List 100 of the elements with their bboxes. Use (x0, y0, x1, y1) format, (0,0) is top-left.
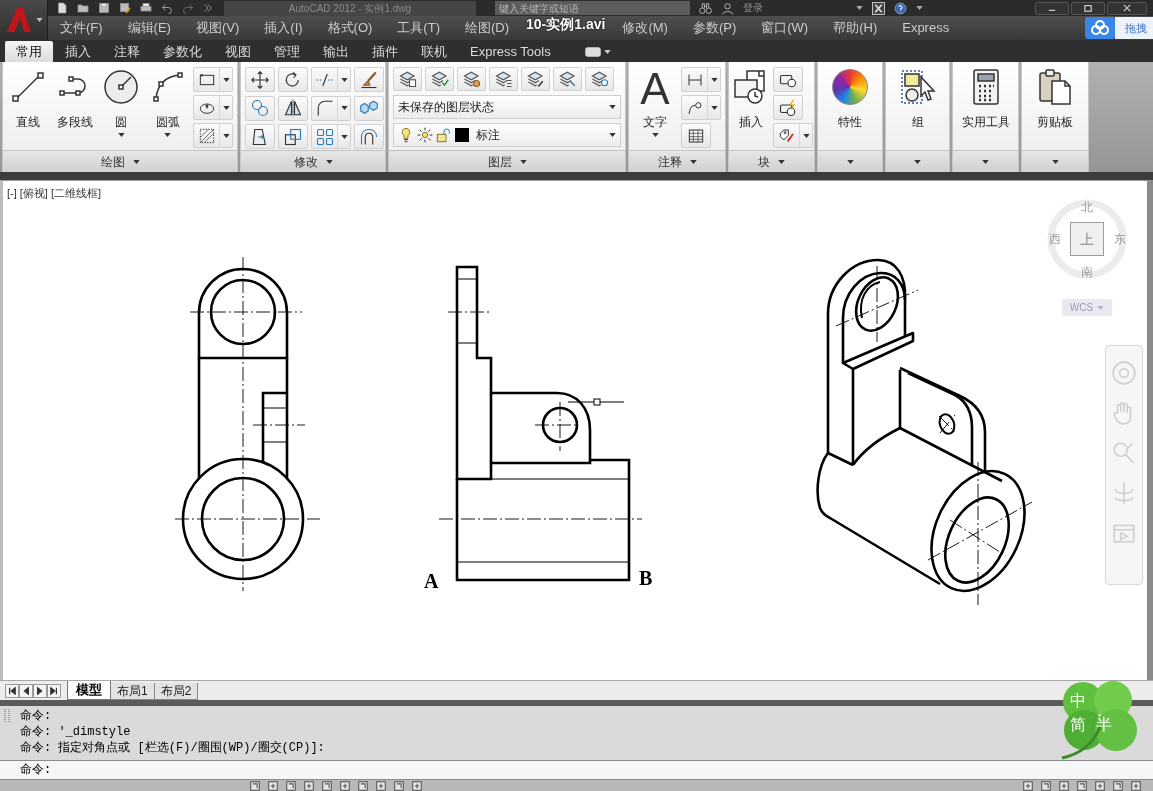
ribbon-tab[interactable]: 联机 (410, 41, 458, 62)
hatch-button[interactable] (193, 123, 233, 148)
menu-item[interactable]: 工具(T) (397, 16, 440, 40)
open-folder-icon (77, 2, 89, 14)
menu-item[interactable]: 插入(I) (264, 16, 303, 40)
layer-tool-button[interactable] (425, 67, 454, 91)
utilities-button[interactable]: 实用工具 (957, 67, 1014, 150)
group-button[interactable]: 组 (890, 67, 945, 150)
panel-expand-button[interactable]: 注释 (629, 150, 725, 172)
stretch-button[interactable] (245, 124, 275, 150)
insert-block-button[interactable]: 插入 (733, 67, 769, 150)
drag-upload-button[interactable]: 拖拽 (1115, 17, 1153, 39)
next-layout-button[interactable] (33, 683, 47, 698)
leader-button[interactable] (681, 95, 721, 120)
scale-button[interactable] (278, 124, 308, 150)
command-input-field[interactable]: 命令: (0, 760, 1153, 780)
sign-in-button[interactable]: 登录 (743, 1, 763, 15)
ribbon-tab[interactable]: 参数化 (152, 41, 213, 62)
menu-item[interactable]: 格式(O) (327, 16, 373, 40)
steering-wheel-icon (1111, 360, 1137, 386)
ribbon-tab[interactable]: 输出 (312, 41, 360, 62)
print-icon (140, 2, 152, 14)
application-menu-button[interactable] (0, 0, 48, 40)
fillet-button[interactable] (311, 95, 351, 121)
line-button[interactable]: 直线 (7, 67, 50, 150)
first-arrow-icon (8, 686, 16, 695)
table-button[interactable] (681, 123, 711, 148)
rotate-button[interactable] (278, 67, 308, 92)
array-button[interactable] (311, 124, 351, 150)
save-as-icon (119, 2, 131, 14)
layer-tool-button[interactable] (521, 67, 550, 91)
ribbon-tab[interactable]: 常用 (5, 41, 53, 62)
panel-expand-button[interactable]: 绘图 (3, 150, 237, 172)
ribbon-tab[interactable]: 插入 (54, 41, 102, 62)
layer-dropdown[interactable]: 标注 (393, 123, 621, 147)
trim-button[interactable] (311, 67, 351, 92)
viewport-control-link[interactable]: [-] (7, 186, 17, 200)
ribbon-tab[interactable]: Express Tools (459, 41, 562, 62)
menu-item[interactable]: Express (902, 16, 950, 40)
ribbon-tab[interactable]: 管理 (263, 41, 311, 62)
menu-item[interactable]: 参数(P) (692, 16, 737, 40)
clipboard-button[interactable]: 剪贴板 (1026, 67, 1084, 150)
offset-button[interactable] (354, 124, 384, 150)
create-block-button[interactable] (773, 67, 803, 92)
viewport-control-link[interactable]: [俯视] (19, 186, 48, 200)
first-layout-button[interactable] (5, 683, 19, 698)
close-button[interactable] (1107, 1, 1147, 15)
menu-item[interactable]: 编辑(E) (127, 16, 171, 40)
group-icon (899, 69, 936, 105)
ribbon-tab[interactable]: 注释 (103, 41, 151, 62)
panel-expand-button[interactable]: 图层 (389, 150, 625, 172)
layer-tool-button[interactable] (457, 67, 486, 91)
erase-button[interactable] (354, 67, 384, 92)
copy-button[interactable] (245, 95, 275, 121)
menu-item[interactable]: 修改(M) (622, 16, 668, 40)
layer-stack-icon (590, 70, 609, 88)
circle-button[interactable]: 圆 (100, 67, 143, 150)
undo-icon (161, 2, 173, 14)
ellipse-button[interactable] (193, 95, 233, 120)
menu-item[interactable]: 帮助(H) (833, 16, 878, 40)
menu-item[interactable]: 窗口(W) (761, 16, 809, 40)
move-button[interactable] (245, 67, 275, 92)
menu-item[interactable]: 文件(F) (60, 16, 103, 40)
polyline-button[interactable]: 多段线 (53, 67, 96, 150)
layout-tab[interactable]: 模型 (67, 681, 111, 700)
caret-icon (1051, 159, 1059, 164)
previous-layout-button[interactable] (19, 683, 33, 698)
layer-tool-button[interactable] (393, 67, 422, 91)
viewport-control-link[interactable]: [二维线框] (50, 186, 102, 200)
arc-button[interactable]: 圆弧 (146, 67, 189, 150)
clipboard-icon (1037, 69, 1073, 105)
rectangle-button[interactable] (193, 67, 233, 92)
offset-icon (360, 127, 378, 146)
layer-state-dropdown[interactable]: 未保存的图层状态 (393, 95, 621, 119)
block-lightning-icon (779, 98, 797, 117)
caret-icon (35, 18, 43, 22)
layout-tab[interactable]: 布局1 (111, 683, 155, 700)
menu-item[interactable]: 视图(V) (195, 16, 240, 40)
menu-item[interactable]: 绘图(D) (464, 16, 509, 40)
edit-block-button[interactable] (773, 95, 803, 120)
last-layout-button[interactable] (47, 683, 61, 698)
mirror-button[interactable] (278, 95, 308, 121)
ribbon-tab[interactable]: 插件 (361, 41, 409, 62)
caret-icon (710, 77, 718, 82)
panel-expand-button[interactable]: 修改 (241, 150, 385, 172)
status-toggle-icon (356, 781, 370, 791)
text-button[interactable]: A 文字 (633, 67, 677, 150)
command-history-line: 命令: (20, 708, 53, 724)
attribute-button[interactable] (773, 123, 813, 148)
search-field[interactable]: 键入关键字或短语 (495, 1, 690, 15)
layer-tool-button[interactable] (489, 67, 518, 91)
layer-tool-button[interactable] (553, 67, 582, 91)
explode-button[interactable] (354, 95, 384, 121)
properties-button[interactable]: 特性 (822, 67, 878, 150)
dimension-button[interactable] (681, 67, 721, 92)
ribbon-tab[interactable]: 视图 (214, 41, 262, 62)
layout-tab[interactable]: 布局2 (154, 683, 199, 700)
layer-tool-button[interactable] (585, 67, 614, 91)
panel-expand-button[interactable]: 块 (729, 150, 814, 172)
restore-button[interactable] (1071, 1, 1105, 15)
